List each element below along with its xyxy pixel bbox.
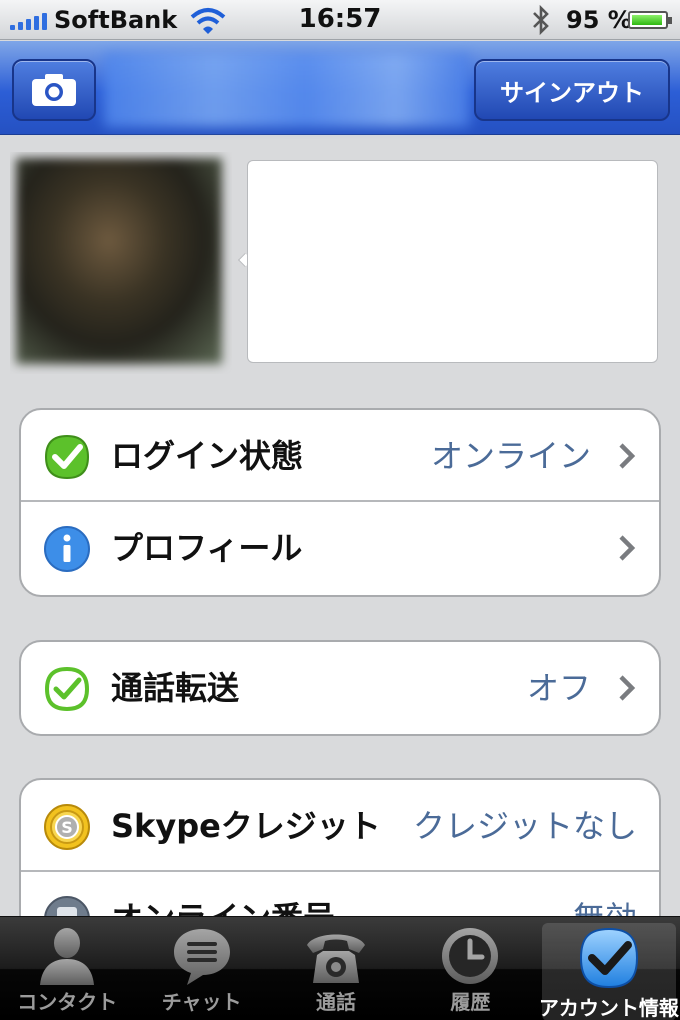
tab-history-label: 履歴 [450,990,491,1014]
chevron-right-icon [619,443,636,469]
profile-avatar[interactable] [10,152,232,374]
battery-icon [628,11,672,29]
history-clock-icon [442,928,499,984]
tab-contacts-label: コンタクト [17,990,118,1014]
bluetooth-icon [533,4,549,36]
info-icon [44,526,90,572]
avatar-image [16,158,222,364]
tab-bar: コンタクト チャット 通話 履歴 アカウント情報 [0,916,680,1020]
tab-chat-label: チャット [161,990,242,1014]
call-forwarding-row[interactable]: 通話転送 オフ [21,642,659,734]
skype-credit-value: クレジットなし [412,807,637,845]
skype-credit-row[interactable]: S Skypeクレジット クレジットなし [21,780,659,872]
contacts-icon [40,928,95,985]
login-status-value: オンライン [430,437,591,475]
svg-text:S: S [61,818,73,837]
signout-button[interactable]: サインアウト [474,59,670,121]
blurred-username [104,53,470,127]
status-bar: SoftBank 16:57 95 % [0,0,680,40]
chevron-right-icon [619,675,636,701]
skype-credit-label: Skypeクレジット [111,807,381,845]
mood-message-box[interactable] [247,160,658,363]
online-status-icon [44,434,90,480]
account-check-icon [579,927,638,989]
login-status-label: ログイン状態 [111,437,304,475]
chevron-right-icon [619,535,636,561]
tab-calls-label: 通話 [316,990,357,1014]
skype-account-screen: SoftBank 16:57 95 % サインアウト ログイン状態 オンライン … [0,0,680,1020]
camera-icon [32,74,76,106]
profile-label: プロフィール [111,529,303,567]
tab-chat[interactable]: チャット [134,917,268,1020]
call-forwarding-group: 通話転送 オフ [19,640,661,736]
tab-history[interactable]: 履歴 [403,917,537,1020]
call-forwarding-label: 通話転送 [111,669,240,707]
call-forwarding-value: オフ [526,669,591,707]
skype-credit-icon: S [44,804,90,850]
phone-icon [307,934,366,983]
call-forward-icon [44,666,90,712]
camera-button[interactable] [12,59,96,121]
navigation-bar: サインアウト [0,41,680,135]
login-status-row[interactable]: ログイン状態 オンライン [21,410,659,502]
tab-account[interactable]: アカウント情報 [538,923,679,1020]
chat-icon [173,929,230,985]
profile-row[interactable]: プロフィール [21,502,659,594]
status-profile-group: ログイン状態 オンライン プロフィール [19,408,661,597]
battery-percent: 95 % [566,6,632,34]
tab-calls[interactable]: 通話 [269,917,403,1020]
tab-contacts[interactable]: コンタクト [0,917,134,1020]
tab-account-label: アカウント情報 [538,996,679,1020]
